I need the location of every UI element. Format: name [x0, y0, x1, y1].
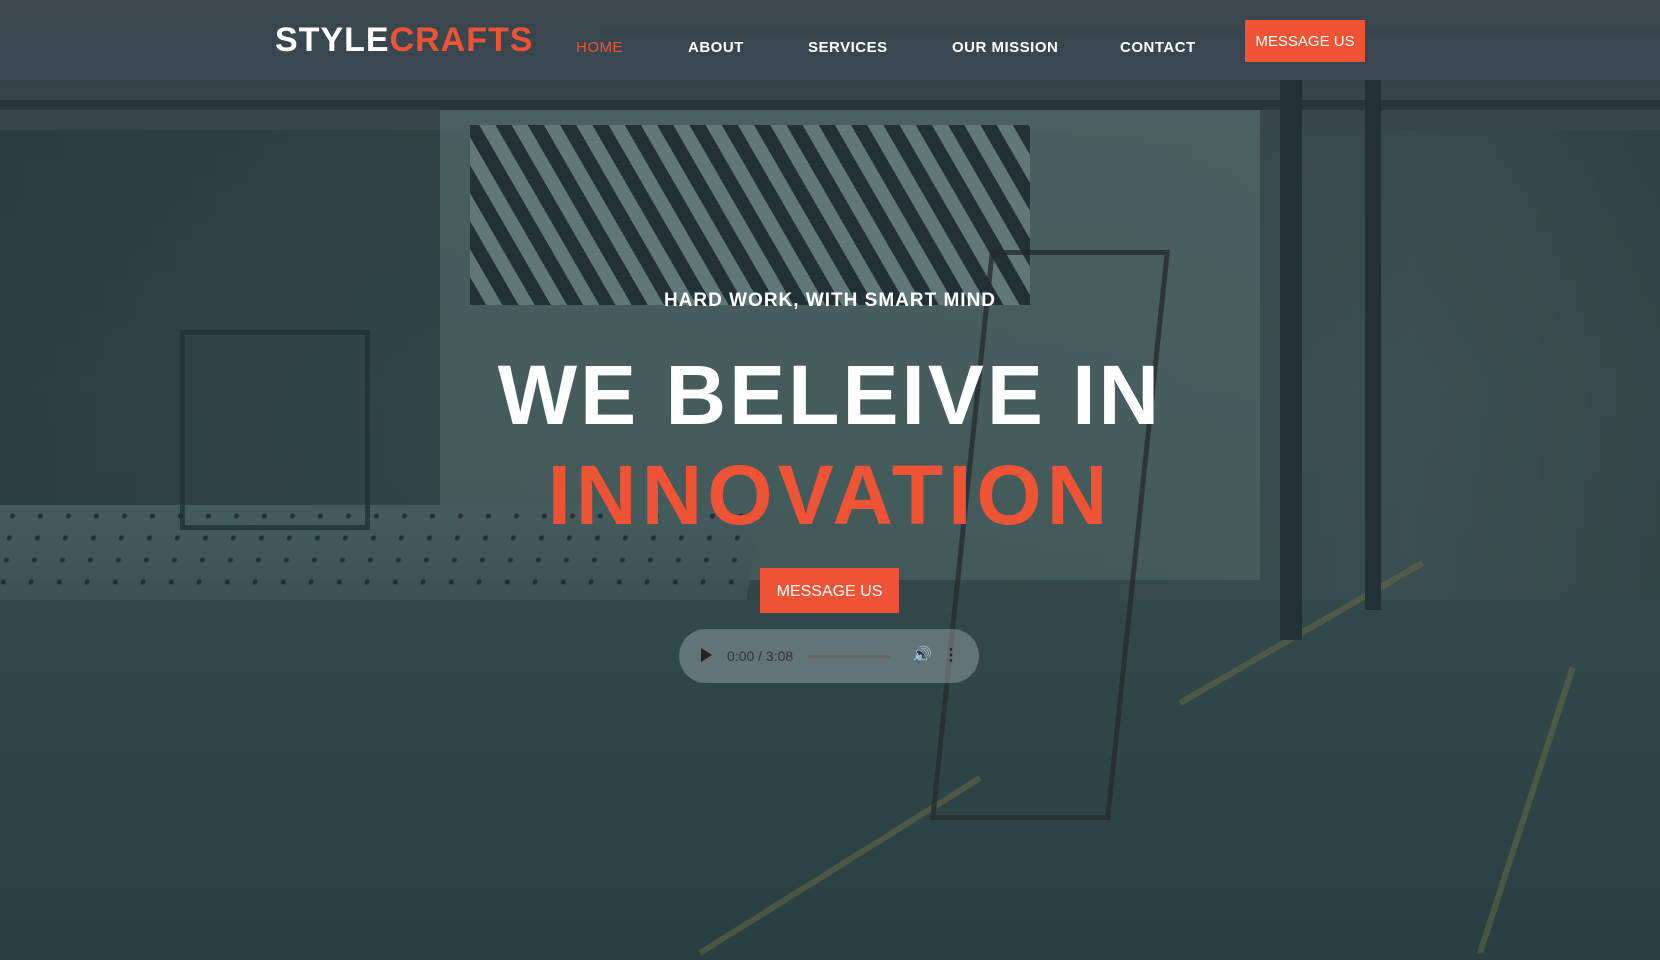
audio-progress-track[interactable] [808, 655, 890, 658]
hero-headline-line2: INNOVATION [547, 448, 1113, 542]
brand-logo[interactable]: STYLECRAFTS [275, 20, 533, 60]
logo-accent-text: CRAFTS [389, 21, 534, 59]
nav-item-contact[interactable]: CONTACT [1120, 38, 1196, 58]
more-options-icon[interactable]: ⋮ [943, 646, 959, 666]
site-header: STYLECRAFTS HOME ABOUT SERVICES OUR MISS… [0, 0, 1660, 80]
nav-item-services[interactable]: SERVICES [808, 38, 888, 58]
logo-primary-text: STYLE [275, 21, 390, 59]
hero-headline-line1: WE BELEIVE IN [497, 348, 1163, 442]
header-message-us-button[interactable]: MESSAGE US [1245, 20, 1365, 62]
hero-message-us-button[interactable]: MESSAGE US [760, 568, 899, 613]
nav-item-about[interactable]: ABOUT [688, 38, 744, 58]
nav-item-home[interactable]: HOME [576, 38, 623, 58]
nav-item-our-mission[interactable]: OUR MISSION [952, 38, 1058, 58]
audio-player: 0:00 / 3:08 🔊 ⋮ [679, 629, 979, 683]
play-icon[interactable] [701, 648, 712, 662]
hero-tagline: HARD WORK, WITH SMART MIND [663, 290, 997, 311]
audio-time-display: 0:00 / 3:08 [727, 648, 794, 664]
volume-icon[interactable]: 🔊 [912, 646, 932, 666]
